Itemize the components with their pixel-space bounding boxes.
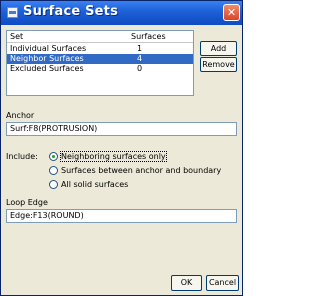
- close-button[interactable]: ✕: [223, 4, 240, 21]
- radio-neighboring-surfaces-only[interactable]: [49, 152, 58, 161]
- anchor-label: Anchor: [6, 111, 35, 120]
- include-label: Include:: [6, 152, 38, 161]
- column-header-set: Set: [10, 32, 24, 41]
- radio-surfaces-between-anchor-and-boundary[interactable]: [49, 166, 58, 175]
- row-surface-count: 1: [137, 44, 143, 53]
- cancel-button[interactable]: Cancel: [206, 275, 239, 291]
- title-bar[interactable]: Surface Sets ✕: [1, 1, 242, 25]
- anchor-field[interactable]: Surf:F8(PROTRUSION): [6, 122, 237, 136]
- radio-all-solid-surfaces[interactable]: [49, 180, 58, 189]
- list-row-excluded-surfaces[interactable]: Excluded Surfaces 0: [7, 64, 193, 74]
- remove-button[interactable]: Remove: [200, 57, 237, 72]
- list-header: Set Surfaces: [7, 31, 193, 43]
- row-set-name: Neighbor Surfaces: [10, 54, 84, 63]
- row-set-name: Individual Surfaces: [10, 44, 87, 53]
- window-icon: [7, 7, 18, 18]
- add-button[interactable]: Add: [200, 41, 237, 56]
- option-all-solid-surfaces-label[interactable]: All solid surfaces: [61, 180, 128, 189]
- option-surfaces-between-label[interactable]: Surfaces between anchor and boundary: [61, 166, 221, 175]
- list-row-individual-surfaces[interactable]: Individual Surfaces 1: [7, 44, 193, 54]
- window-title: Surface Sets: [23, 4, 119, 19]
- surface-sets-dialog: Surface Sets ✕ Set Surfaces Individual S…: [0, 0, 243, 296]
- sets-list[interactable]: Set Surfaces Individual Surfaces 1 Neigh…: [6, 30, 194, 96]
- loop-edge-label: Loop Edge: [6, 198, 48, 207]
- ok-button[interactable]: OK: [171, 275, 202, 291]
- loop-edge-field[interactable]: Edge:F13(ROUND): [6, 209, 237, 223]
- row-set-name: Excluded Surfaces: [10, 64, 84, 73]
- list-row-neighbor-surfaces[interactable]: Neighbor Surfaces 4: [7, 54, 193, 64]
- option-neighboring-surfaces-only-label[interactable]: Neighboring surfaces only: [60, 151, 167, 162]
- column-header-surfaces: Surfaces: [131, 32, 166, 41]
- row-surface-count: 4: [137, 54, 143, 63]
- row-surface-count: 0: [137, 64, 143, 73]
